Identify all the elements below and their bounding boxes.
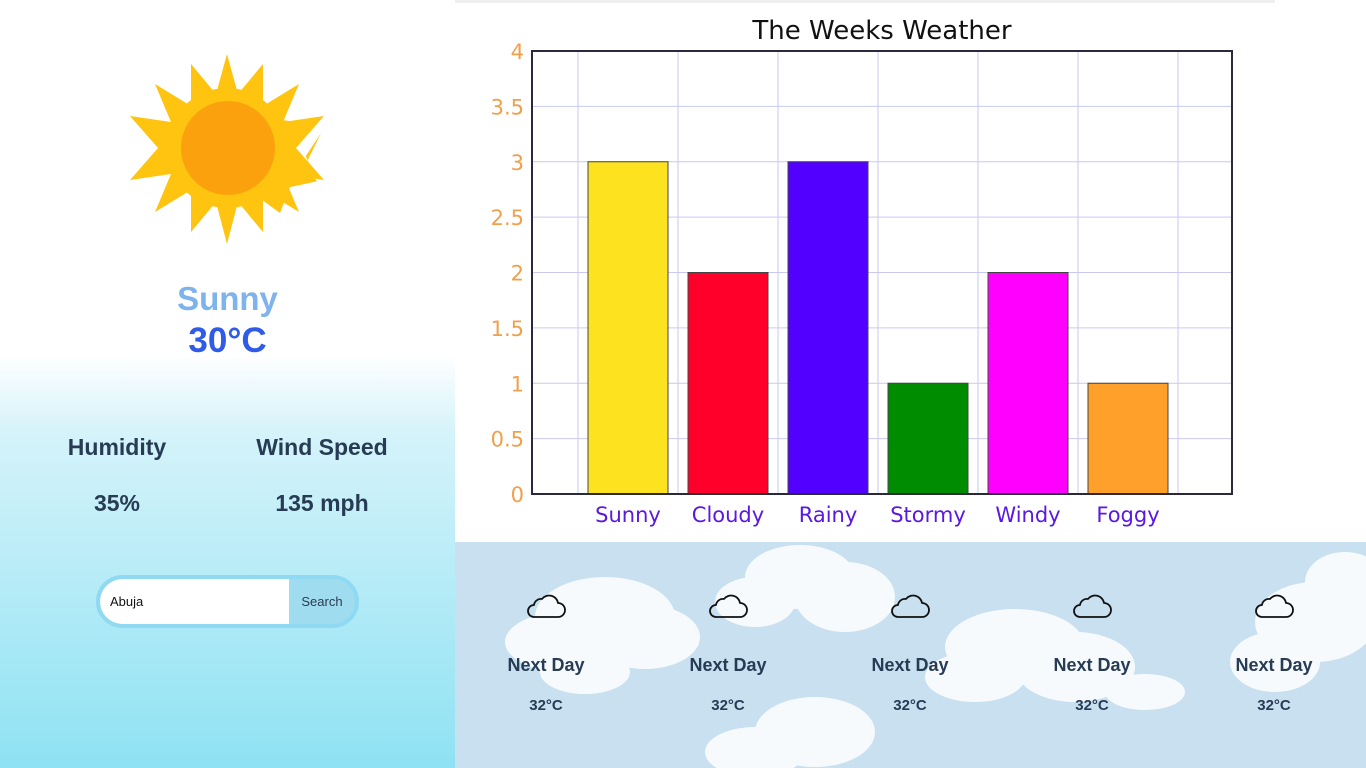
condition-label: Sunny <box>177 280 278 317</box>
bar-windy <box>987 272 1069 495</box>
y-tick-label: 3 <box>511 151 524 175</box>
forecast-day: Next Day <box>689 655 767 675</box>
y-tick-label: 2.5 <box>491 206 524 230</box>
y-tick-label: 1 <box>511 372 524 396</box>
x-tick-label: Foggy <box>1096 503 1159 527</box>
wind-speed-value: 135 mph <box>275 490 369 516</box>
forecast-temp: 32°C <box>529 697 563 714</box>
forecast-temp: 32°C <box>893 697 927 714</box>
bar-rainy <box>787 161 869 495</box>
forecast-item: Next Day 32°C <box>835 542 985 768</box>
forecast-temp: 32°C <box>1257 697 1291 714</box>
y-tick-label: 2 <box>511 262 524 286</box>
forecast-day: Next Day <box>871 655 949 675</box>
cloud-icon <box>1255 594 1294 618</box>
forecast-strip: Next Day 32°C Next Day 32°C Next Day 32°C Next… <box>455 542 1366 768</box>
bar-foggy <box>1087 382 1169 495</box>
search-input[interactable] <box>100 579 289 624</box>
bar-sunny <box>587 161 669 495</box>
forecast-item: Next Day 32°C <box>1199 542 1349 768</box>
sun-icon <box>130 54 324 244</box>
x-tick-label: Stormy <box>890 503 966 527</box>
current-weather-panel: Sunny 30°C Humidity Wind Speed 35% 135 m… <box>0 0 455 768</box>
search-button[interactable]: Search <box>289 579 355 624</box>
x-tick-label: Sunny <box>595 503 661 527</box>
y-tick-label: 3.5 <box>491 95 524 119</box>
forecast-temp: 32°C <box>1075 697 1109 714</box>
y-tick-label: 0 <box>511 483 524 507</box>
y-tick-label: 4 <box>511 40 524 64</box>
forecast-day: Next Day <box>1053 655 1131 675</box>
temperature-value: 30°C <box>188 321 267 360</box>
x-tick-label: Cloudy <box>692 503 764 527</box>
cloud-icon <box>1073 594 1112 618</box>
bar-cloudy <box>687 272 769 495</box>
x-tick-label: Windy <box>995 503 1060 527</box>
y-tick-label: 0.5 <box>491 428 524 452</box>
cloud-icon <box>527 594 566 618</box>
humidity-label: Humidity <box>67 434 167 460</box>
y-axis-ticks: 0 0.5 1 1.5 2 2.5 3 3.5 4 <box>491 40 524 507</box>
humidity-value: 35% <box>93 490 141 516</box>
bar-stormy <box>887 382 969 495</box>
bar-chart: 0 0.5 1 1.5 2 2.5 3 3.5 4 Sunny Cloudy Rainy Stormy… <box>491 16 1233 527</box>
search-bar: Search <box>96 575 359 628</box>
forecast-temp: 32°C <box>711 697 745 714</box>
y-tick-label: 1.5 <box>491 317 524 341</box>
forecast-day: Next Day <box>507 655 585 675</box>
forecast-item: Next Day 32°C <box>471 542 621 768</box>
x-tick-label: Rainy <box>799 503 858 527</box>
forecast-day: Next Day <box>1235 655 1313 675</box>
chart-title: The Weeks Weather <box>751 16 1011 46</box>
forecast-item: Next Day 32°C <box>653 542 803 768</box>
forecast-item: Next Day 32°C <box>1017 542 1167 768</box>
x-axis-ticks: Sunny Cloudy Rainy Stormy Windy Foggy <box>595 503 1159 527</box>
wind-speed-label: Wind Speed <box>256 434 388 460</box>
weather-chart: 0 0.5 1 1.5 2 2.5 3 3.5 4 Sunny Cloudy Rainy Stormy… <box>455 0 1366 542</box>
cloud-icon <box>891 594 930 618</box>
cloud-icon <box>709 594 748 618</box>
